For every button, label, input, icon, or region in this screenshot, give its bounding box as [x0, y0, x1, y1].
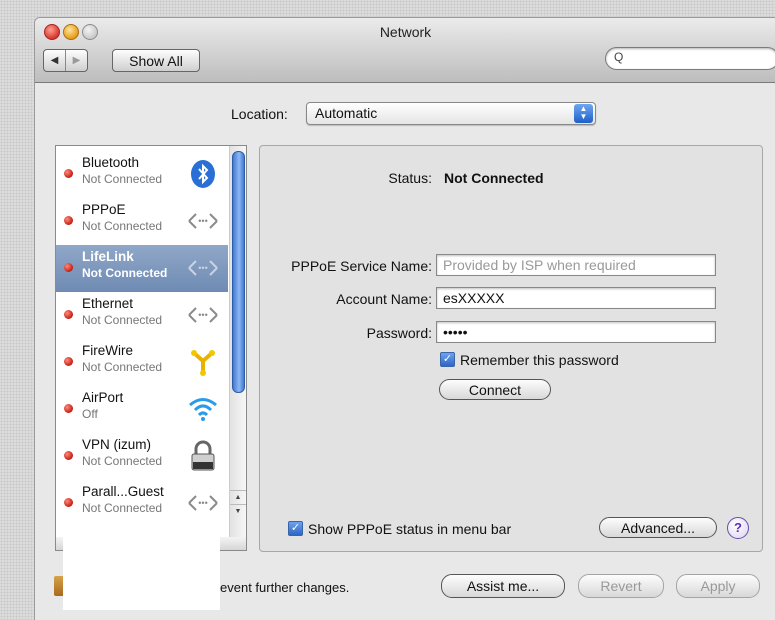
ethernet-arrows-icon: ••• — [187, 252, 219, 284]
service-name: VPN (izum) — [82, 437, 152, 452]
status-dot-icon — [64, 216, 73, 225]
scroll-up-arrow-icon[interactable]: ▲ — [230, 490, 246, 505]
service-status: Off — [82, 407, 98, 421]
scroll-down-arrow-icon[interactable]: ▼ — [230, 504, 246, 519]
service-list-scrollbar[interactable]: ▲ ▼ — [229, 146, 246, 538]
service-item-bluetooth[interactable]: Bluetooth Not Connected — [56, 151, 228, 198]
ethernet-arrows-icon: ••• — [187, 487, 219, 519]
connect-button[interactable]: Connect — [439, 379, 551, 400]
password-label: Password: — [366, 325, 432, 341]
remember-password-checkbox[interactable]: ✓ — [440, 352, 455, 367]
location-value: Automatic — [315, 105, 378, 121]
network-window: Network ◀ ▶ Show All Q Location: Automat… — [34, 17, 775, 620]
service-name: Parall...Guest — [82, 484, 164, 499]
status-dot-icon — [64, 498, 73, 507]
service-name: PPPoE — [82, 202, 126, 217]
status-dot-icon — [64, 357, 73, 366]
back-arrow-icon[interactable]: ◀ — [44, 50, 65, 71]
account-name-value: esXXXXX — [443, 290, 505, 306]
status-dot-icon — [64, 169, 73, 178]
updown-arrows-icon: ▲ ▼ — [574, 104, 593, 123]
advanced-button[interactable]: Advanced... — [599, 517, 717, 538]
account-name-label: Account Name: — [336, 291, 432, 307]
window-title: Network — [379, 24, 432, 40]
service-item-parallels-guest[interactable]: Parall...Guest Not Connected ••• — [56, 480, 228, 527]
revert-button[interactable]: Revert — [578, 574, 664, 598]
service-item-pppoe[interactable]: PPPoE Not Connected ••• — [56, 198, 228, 245]
vpn-lock-icon — [187, 440, 219, 472]
service-name: LifeLink — [82, 249, 134, 264]
remember-password-label: Remember this password — [460, 352, 619, 368]
scrollbar-thumb[interactable] — [232, 151, 245, 393]
bluetooth-icon — [187, 158, 219, 190]
title-bar: Network ◀ ▶ Show All Q — [35, 18, 775, 83]
service-status: Not Connected — [82, 266, 168, 280]
service-status: Not Connected — [82, 454, 163, 468]
forward-arrow-icon[interactable]: ▶ — [65, 50, 87, 71]
service-status: Not Connected — [82, 219, 163, 233]
apply-button[interactable]: Apply — [676, 574, 760, 598]
back-forward-control: ◀ ▶ — [43, 49, 88, 72]
redacted-area — [63, 526, 220, 610]
service-name: Ethernet — [82, 296, 134, 311]
service-item-ethernet[interactable]: Ethernet Not Connected ••• — [56, 292, 228, 339]
ethernet-arrows-icon: ••• — [187, 205, 219, 237]
location-label: Location: — [231, 106, 288, 122]
show-status-label: Show PPPoE status in menu bar — [308, 521, 512, 537]
service-item-airport[interactable]: AirPort Off — [56, 386, 228, 433]
account-name-field[interactable]: esXXXXX — [436, 287, 716, 309]
service-item-lifelink[interactable]: LifeLink Not Connected ••• — [56, 245, 228, 292]
search-input[interactable]: Q — [605, 47, 775, 70]
firewire-icon — [187, 346, 219, 378]
service-name-field[interactable]: Provided by ISP when required — [436, 254, 716, 276]
service-status: Not Connected — [82, 313, 163, 327]
svg-text:•••: ••• — [198, 263, 207, 273]
svg-text:•••: ••• — [198, 498, 207, 508]
service-name: AirPort — [82, 390, 124, 405]
location-select[interactable]: Automatic ▲ ▼ — [306, 102, 596, 125]
search-icon: Q — [614, 50, 624, 64]
airport-wifi-icon — [187, 393, 219, 425]
status-dot-icon — [64, 263, 73, 272]
status-label: Status: — [388, 170, 432, 186]
show-all-button[interactable]: Show All — [112, 49, 200, 72]
svg-text:•••: ••• — [198, 310, 207, 320]
service-item-firewire[interactable]: FireWire Not Connected — [56, 339, 228, 386]
service-list: Bluetooth Not Connected PPPoE Not Connec… — [55, 145, 247, 539]
lock-message: event further changes. — [220, 580, 350, 595]
help-button[interactable]: ? — [727, 517, 749, 539]
status-dot-icon — [64, 451, 73, 460]
service-status: Not Connected — [82, 501, 163, 515]
detail-panel: Status: Not Connected PPPoE Service Name… — [259, 145, 763, 552]
status-dot-icon — [64, 310, 73, 319]
ethernet-arrows-icon: ••• — [187, 299, 219, 331]
password-field[interactable]: ••••• — [436, 321, 716, 343]
service-name-placeholder: Provided by ISP when required — [443, 257, 636, 273]
password-value: ••••• — [443, 324, 468, 340]
show-status-checkbox[interactable]: ✓ — [288, 521, 303, 536]
assist-me-button[interactable]: Assist me... — [441, 574, 565, 598]
service-name: FireWire — [82, 343, 133, 358]
service-item-vpn[interactable]: VPN (izum) Not Connected — [56, 433, 228, 480]
status-dot-icon — [64, 404, 73, 413]
service-name: Bluetooth — [82, 155, 140, 170]
service-name-label: PPPoE Service Name: — [291, 258, 432, 274]
service-status: Not Connected — [82, 172, 163, 186]
svg-text:•••: ••• — [198, 216, 207, 226]
status-value: Not Connected — [444, 170, 544, 186]
service-status: Not Connected — [82, 360, 163, 374]
